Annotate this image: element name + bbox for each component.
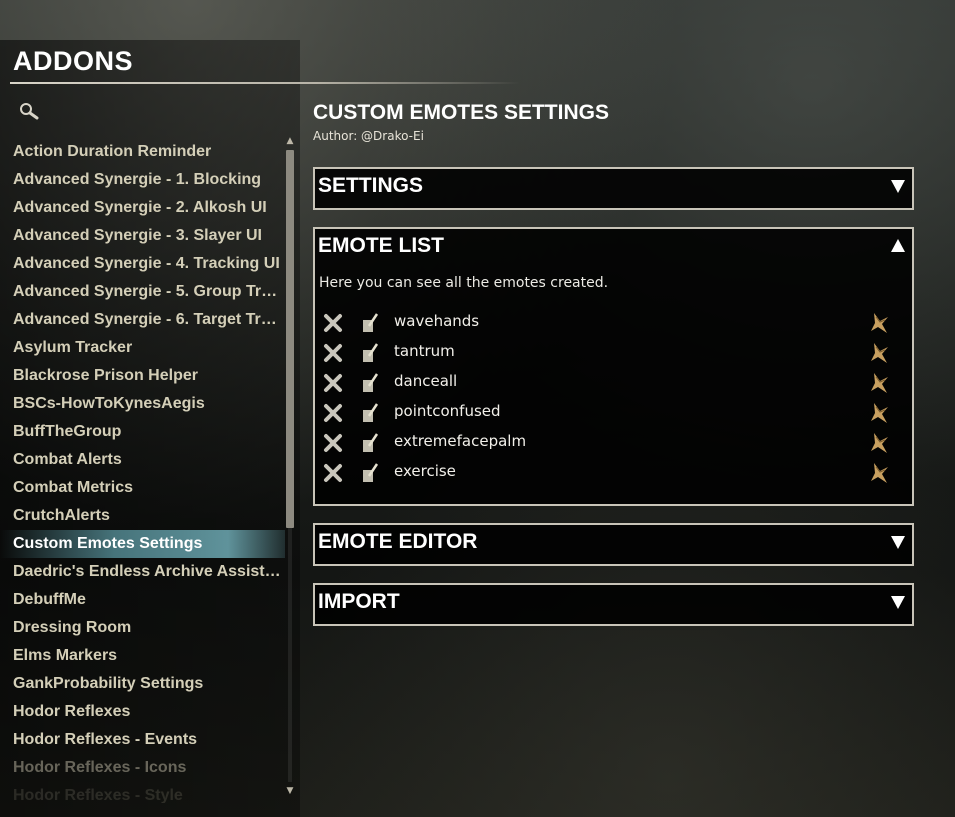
chevron-down-icon[interactable] <box>890 178 906 194</box>
delete-icon[interactable] <box>323 313 343 333</box>
sidebar-item[interactable]: Asylum Tracker <box>0 334 285 362</box>
edit-icon[interactable] <box>361 372 379 394</box>
delete-icon[interactable] <box>323 433 343 453</box>
section-label: EMOTE EDITOR <box>318 530 478 553</box>
section-label: SETTINGS <box>318 174 424 197</box>
addon-list[interactable]: Action Duration Reminder Advanced Synerg… <box>0 138 285 803</box>
sidebar-item[interactable]: Combat Metrics <box>0 474 285 502</box>
sidebar-item[interactable]: Advanced Synergie - 3. Slayer UI <box>0 222 285 250</box>
panel-title: CUSTOM EMOTES SETTINGS <box>313 101 609 124</box>
scroll-up-icon[interactable]: ▲ <box>284 136 296 146</box>
emote-name: tantrum <box>394 342 455 360</box>
sidebar-item[interactable]: Daedric's Endless Archive Assistant <box>0 558 285 586</box>
scroll-down-icon[interactable]: ▼ <box>284 786 296 796</box>
edit-icon[interactable] <box>361 402 379 424</box>
import-section-header[interactable]: IMPORT <box>313 583 914 626</box>
play-emote-icon[interactable] <box>868 371 890 395</box>
edit-icon[interactable] <box>361 462 379 484</box>
edit-icon[interactable] <box>361 342 379 364</box>
delete-icon[interactable] <box>323 343 343 363</box>
sidebar-item[interactable]: Advanced Synergie - 1. Blocking <box>0 166 285 194</box>
emote-name: pointconfused <box>394 402 501 420</box>
emote-row: danceall <box>315 369 912 399</box>
sidebar-item[interactable]: Hodor Reflexes <box>0 698 285 726</box>
sidebar-item-selected[interactable]: Custom Emotes Settings <box>0 530 285 558</box>
sidebar-item[interactable]: Hodor Reflexes - Icons <box>0 754 285 782</box>
emote-list-section: EMOTE LIST Here you can see all the emot… <box>313 227 914 506</box>
emote-editor-section-header[interactable]: EMOTE EDITOR <box>313 523 914 566</box>
sidebar-item[interactable]: Advanced Synergie - 4. Tracking UI <box>0 250 285 278</box>
edit-icon[interactable] <box>361 432 379 454</box>
sidebar-item[interactable]: BSCs-HowToKynesAegis <box>0 390 285 418</box>
sidebar-item[interactable]: Action Duration Reminder <box>0 138 285 166</box>
search-icon[interactable] <box>18 101 40 123</box>
sidebar-item[interactable]: BuffTheGroup <box>0 418 285 446</box>
emote-row: extremefacepalm <box>315 429 912 459</box>
title-divider <box>10 82 520 84</box>
sidebar-item[interactable]: Hodor Reflexes - Style <box>0 782 285 803</box>
emote-row: pointconfused <box>315 399 912 429</box>
section-description: Here you can see all the emotes created. <box>319 275 609 291</box>
play-emote-icon[interactable] <box>868 341 890 365</box>
chevron-up-icon[interactable] <box>890 238 906 254</box>
page-title: ADDONS <box>13 46 134 76</box>
sidebar-item[interactable]: Dressing Room <box>0 614 285 642</box>
play-emote-icon[interactable] <box>868 311 890 335</box>
emote-name: danceall <box>394 372 458 390</box>
chevron-down-icon[interactable] <box>890 534 906 550</box>
sidebar-item[interactable]: Advanced Synergie - 2. Alkosh UI <box>0 194 285 222</box>
sidebar-item[interactable]: Combat Alerts <box>0 446 285 474</box>
play-emote-icon[interactable] <box>868 461 890 485</box>
settings-section-header[interactable]: SETTINGS <box>313 167 914 210</box>
section-label: EMOTE LIST <box>318 234 444 257</box>
play-emote-icon[interactable] <box>868 401 890 425</box>
emote-name: exercise <box>394 462 456 480</box>
emote-row: exercise <box>315 459 912 489</box>
sidebar-item[interactable]: CrutchAlerts <box>0 502 285 530</box>
sidebar-item[interactable]: Blackrose Prison Helper <box>0 362 285 390</box>
sidebar-item[interactable]: Hodor Reflexes - Events <box>0 726 285 754</box>
sidebar-item[interactable]: Advanced Synergie - 5. Group Trac... <box>0 278 285 306</box>
panel-author: Author: @Drako-Ei <box>313 129 424 143</box>
emote-row: wavehands <box>315 309 912 339</box>
sidebar-item[interactable]: Advanced Synergie - 6. Target Trac... <box>0 306 285 334</box>
delete-icon[interactable] <box>323 463 343 483</box>
emote-row: tantrum <box>315 339 912 369</box>
delete-icon[interactable] <box>323 373 343 393</box>
delete-icon[interactable] <box>323 403 343 423</box>
emote-name: wavehands <box>394 312 480 330</box>
sidebar-item[interactable]: GankProbability Settings <box>0 670 285 698</box>
emote-name: extremefacepalm <box>394 432 527 450</box>
sidebar-item[interactable]: DebuffMe <box>0 586 285 614</box>
edit-icon[interactable] <box>361 312 379 334</box>
section-label: IMPORT <box>318 590 400 613</box>
scrollbar-thumb[interactable] <box>286 150 294 528</box>
sidebar-item[interactable]: Elms Markers <box>0 642 285 670</box>
play-emote-icon[interactable] <box>868 431 890 455</box>
chevron-down-icon[interactable] <box>890 594 906 610</box>
